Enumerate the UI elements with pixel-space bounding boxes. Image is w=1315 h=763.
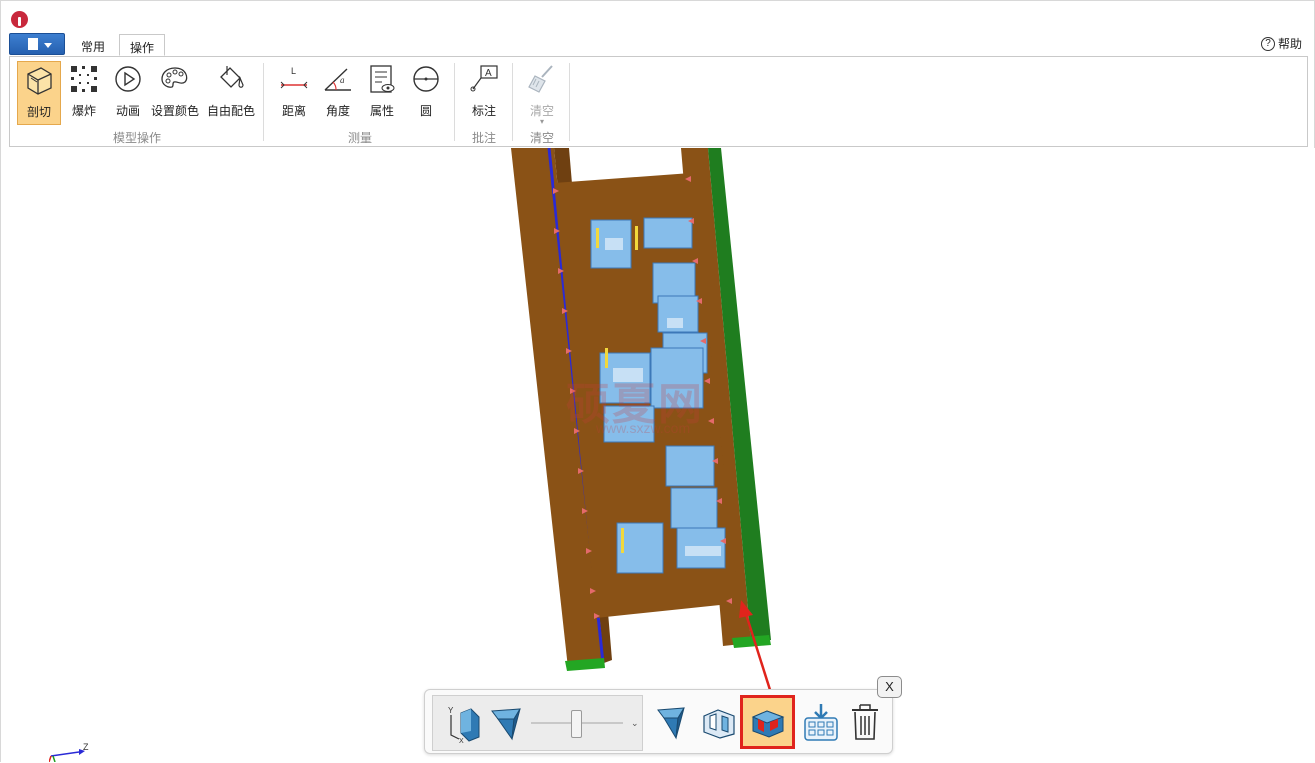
- angle-button[interactable]: a 角度: [316, 61, 360, 125]
- axis-x-label: X: [459, 738, 464, 743]
- broom-icon: [528, 65, 553, 93]
- delete-section-button[interactable]: [841, 697, 889, 747]
- section-plane-icon: [491, 708, 521, 741]
- axis-plane-button[interactable]: Y X: [439, 698, 487, 748]
- file-menu-button[interactable]: [9, 33, 65, 55]
- 3d-viewport[interactable]: 硕夏网 www.sxzw.com: [1, 148, 1315, 763]
- explode-button[interactable]: 爆炸: [62, 61, 106, 125]
- angle-icon: a: [324, 68, 351, 91]
- play-icon: [115, 66, 141, 92]
- ribbon-separator: [569, 63, 570, 141]
- ribbon-separator: [263, 63, 264, 141]
- document-icon: [28, 38, 38, 50]
- help-label: 帮助: [1277, 37, 1302, 51]
- free-color-label: 自由配色: [206, 104, 255, 118]
- section-toolbar: Y X ⌄: [424, 689, 893, 754]
- distance-icon: L: [280, 66, 308, 89]
- section-slider-thumb[interactable]: [571, 710, 582, 738]
- explode-icon: [71, 66, 97, 92]
- animation-label: 动画: [115, 104, 140, 118]
- app-logo-icon: [11, 11, 28, 28]
- set-color-label: 设置颜色: [150, 104, 199, 118]
- group-label-measure: 测量: [347, 131, 372, 145]
- watermark-subtitle: www.sxzw.com: [596, 420, 691, 436]
- section-plane-controls: Y X ⌄: [432, 695, 643, 751]
- angle-label: 角度: [325, 104, 350, 118]
- section-fill-button[interactable]: [740, 695, 795, 749]
- distance-button[interactable]: L 距离: [272, 61, 316, 125]
- ribbon-separator: [512, 63, 513, 141]
- animation-button[interactable]: 动画: [106, 61, 150, 125]
- annotation-label: 标注: [471, 104, 496, 118]
- app-window: 常用 操作 ? 帮助 剖切 爆炸 动画 设置颜色 自由配色 模型操作 L 距离 …: [0, 0, 1315, 763]
- export-section-icon: [804, 704, 838, 741]
- trash-icon: [852, 704, 878, 740]
- svg-text:L: L: [291, 66, 296, 76]
- close-section-toolbar-button[interactable]: X: [877, 676, 902, 698]
- ribbon-panel: 剖切 爆炸 动画 设置颜色 自由配色 模型操作 L 距离 a 角度 属性 圆 测…: [9, 56, 1308, 147]
- group-label-model: 模型操作: [112, 131, 161, 145]
- paint-bucket-icon: [220, 66, 244, 88]
- axis-y-label: Y: [448, 706, 454, 715]
- svg-text:a: a: [340, 75, 345, 85]
- section-fill-icon: [751, 710, 784, 738]
- help-circle-icon: ?: [1260, 36, 1275, 51]
- axis-plane-icon: Y X: [448, 706, 480, 743]
- free-color-button[interactable]: 自由配色: [206, 61, 256, 125]
- section-cut-icon: [27, 67, 52, 95]
- section-cut-button[interactable]: 剖切: [17, 61, 61, 125]
- tab-operations[interactable]: 操作: [119, 34, 166, 56]
- svg-text:A: A: [485, 68, 492, 79]
- properties-label: 属性: [369, 104, 394, 118]
- circle-label: 圆: [419, 104, 432, 118]
- group-label-annotate: 批注: [471, 131, 496, 145]
- section-outline-icon: [703, 709, 735, 739]
- axis-z-label: Z: [83, 742, 89, 752]
- section-cut-label: 剖切: [26, 105, 51, 119]
- annotation-button[interactable]: A 标注: [462, 61, 506, 125]
- circle-button[interactable]: 圆: [404, 61, 448, 125]
- chevron-down-icon: ▾: [539, 117, 544, 126]
- explode-label: 爆炸: [71, 104, 96, 118]
- section-cap-icon: [657, 707, 685, 740]
- circle-icon: [413, 66, 439, 92]
- set-color-button[interactable]: 设置颜色: [150, 61, 200, 125]
- tab-common[interactable]: 常用: [71, 34, 115, 56]
- ribbon-separator: [454, 63, 455, 141]
- title-bar: [1, 1, 1314, 31]
- palette-icon: [161, 67, 188, 88]
- properties-button[interactable]: 属性: [360, 61, 404, 125]
- properties-icon: [370, 65, 395, 93]
- group-label-clear: 清空: [529, 131, 554, 145]
- section-plane-button[interactable]: [483, 698, 531, 748]
- distance-label: 距离: [281, 104, 306, 118]
- chevron-down-icon[interactable]: ⌄: [631, 718, 639, 729]
- export-section-button[interactable]: [797, 697, 845, 747]
- annotation-icon: A: [470, 65, 498, 92]
- help-button[interactable]: ? 帮助: [1260, 35, 1302, 52]
- section-cap-button[interactable]: [647, 697, 695, 747]
- clear-button[interactable]: 清空 ▾: [520, 61, 564, 126]
- section-outline-button[interactable]: [695, 697, 743, 747]
- chevron-down-icon: [44, 43, 52, 48]
- mold-model: [511, 148, 773, 694]
